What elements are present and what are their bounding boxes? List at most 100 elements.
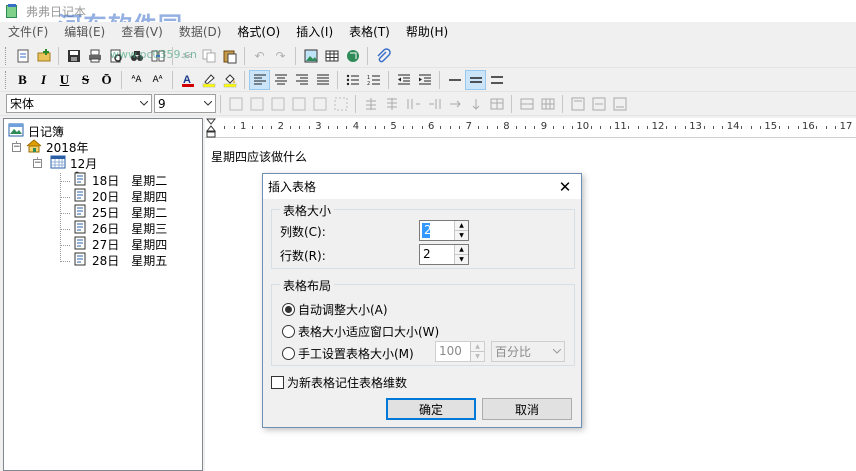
merge-cells-icon[interactable] [516, 94, 537, 114]
rows-input[interactable]: 2 [420, 245, 454, 264]
close-icon[interactable]: ✕ [549, 174, 581, 199]
delete-column-icon[interactable] [423, 94, 444, 114]
remember-dimensions-checkbox[interactable]: 为新表格记住表格维数 [271, 374, 407, 391]
undo-icon[interactable]: ↶ [249, 46, 270, 66]
radio-manual-indicator[interactable] [282, 347, 295, 360]
bold-button[interactable]: B [12, 70, 33, 90]
split-cells-icon[interactable] [537, 94, 558, 114]
menu-help[interactable]: 帮助(H) [398, 22, 456, 43]
font-grow-icon[interactable]: Aᴬ [147, 70, 168, 90]
editor-text[interactable]: 星期四应该做什么 [211, 148, 307, 165]
overline-button[interactable]: Ō [96, 70, 117, 90]
border-right-icon[interactable] [288, 94, 309, 114]
cancel-button[interactable]: 取消 [482, 398, 572, 420]
menu-insert[interactable]: 插入(I) [288, 22, 341, 43]
indent-icon[interactable] [414, 70, 435, 90]
radio-manual-size[interactable]: 手工设置表格大小(M) [282, 345, 414, 362]
outdent-icon[interactable] [393, 70, 414, 90]
align-center-icon[interactable] [270, 70, 291, 90]
print-preview-icon[interactable] [105, 46, 126, 66]
double-line-icon[interactable] [486, 70, 507, 90]
columns-spin-buttons[interactable]: ▲ ▼ [454, 221, 468, 240]
align-right-icon[interactable] [291, 70, 312, 90]
radio-auto-size[interactable]: 自动调整大小(A) [282, 301, 388, 318]
move-column-icon[interactable] [444, 94, 465, 114]
paste-icon[interactable] [219, 46, 240, 66]
menu-view[interactable]: 查看(V) [113, 22, 171, 43]
radio-window-indicator[interactable] [282, 325, 295, 338]
radio-auto-indicator[interactable] [282, 303, 295, 316]
radio-fit-window[interactable]: 表格大小适应窗口大小(W) [282, 323, 439, 340]
insert-column-icon[interactable] [402, 94, 423, 114]
strikethrough-button[interactable]: S [75, 70, 96, 90]
table-properties-icon[interactable] [486, 94, 507, 114]
rows-spin-buttons[interactable]: ▲ ▼ [454, 245, 468, 264]
manual-unit-select[interactable]: 百分比 [491, 341, 565, 362]
insert-table-icon[interactable] [321, 46, 342, 66]
cut-icon[interactable]: ✂ [177, 46, 198, 66]
highlight-icon[interactable] [198, 70, 219, 90]
menu-table[interactable]: 表格(T) [341, 22, 398, 43]
single-line-icon[interactable] [444, 70, 465, 90]
replace-icon[interactable] [147, 46, 168, 66]
insert-picture-icon[interactable] [300, 46, 321, 66]
columns-input[interactable]: 2 [422, 223, 432, 238]
border-none-icon[interactable] [330, 94, 351, 114]
border-bottom-icon[interactable] [309, 94, 330, 114]
border-left-icon[interactable] [246, 94, 267, 114]
line-spacing-icon[interactable] [465, 69, 486, 90]
ok-button[interactable]: 确定 [386, 398, 476, 420]
bullet-list-icon[interactable] [342, 70, 363, 90]
fill-color-icon[interactable] [219, 70, 240, 90]
redo-icon[interactable]: ↷ [270, 46, 291, 66]
rows-stepper[interactable]: 2 ▲ ▼ [419, 244, 469, 265]
font-color-icon[interactable]: A [177, 70, 198, 90]
border-top-icon[interactable] [267, 94, 288, 114]
insert-link-icon[interactable] [342, 46, 363, 66]
font-family-select[interactable]: 宋体 [6, 94, 152, 113]
columns-stepper[interactable]: 2 ▲ ▼ [419, 220, 469, 241]
menu-edit[interactable]: 编辑(E) [56, 22, 113, 43]
attachment-icon[interactable] [372, 46, 393, 66]
chevron-down-icon[interactable] [550, 343, 564, 360]
manual-size-stepper[interactable]: 100 ▲ ▼ [435, 341, 485, 362]
italic-button[interactable]: I [33, 70, 54, 90]
dialog-titlebar[interactable]: 插入表格 ✕ [263, 174, 581, 199]
align-left-icon[interactable] [249, 69, 270, 90]
numbered-list-icon[interactable]: 12 [363, 70, 384, 90]
spin-down-icon[interactable]: ▼ [455, 231, 468, 240]
print-icon[interactable] [84, 46, 105, 66]
move-row-icon[interactable] [465, 94, 486, 114]
menu-format[interactable]: 格式(O) [229, 22, 288, 43]
collapse-icon[interactable]: − [12, 143, 21, 152]
menu-file[interactable]: 文件(F) [0, 22, 56, 43]
new-entry-icon[interactable] [12, 46, 33, 66]
manual-spin-buttons[interactable]: ▲ ▼ [470, 342, 484, 361]
spin-down-icon[interactable]: ▼ [455, 255, 468, 264]
collapse-icon[interactable]: − [33, 159, 42, 168]
chevron-down-icon[interactable] [201, 95, 215, 112]
new-folder-icon[interactable] [33, 46, 54, 66]
insert-row-below-icon[interactable] [381, 94, 402, 114]
save-icon[interactable] [63, 46, 84, 66]
valign-bottom-icon[interactable] [609, 94, 630, 114]
indent-marker-icon[interactable] [205, 118, 217, 141]
spin-up-icon[interactable]: ▲ [455, 221, 468, 231]
font-size-select[interactable]: 9 [154, 94, 216, 113]
toolbar-grip[interactable] [5, 46, 8, 65]
manual-size-input[interactable]: 100 [436, 342, 470, 361]
spin-down-icon[interactable]: ▼ [471, 352, 484, 361]
find-icon[interactable] [126, 46, 147, 66]
insert-row-above-icon[interactable] [360, 94, 381, 114]
valign-top-icon[interactable] [567, 94, 588, 114]
border-all-icon[interactable] [225, 94, 246, 114]
remember-checkbox-box[interactable] [271, 376, 284, 389]
ruler[interactable]: 1 2 3 4 5 6 7 8 9 10 11 12 13 14 15 16 17 [205, 118, 856, 138]
menu-data[interactable]: 数据(D) [171, 22, 230, 43]
underline-button[interactable]: U [54, 70, 75, 90]
spin-up-icon[interactable]: ▲ [471, 342, 484, 352]
tree-month[interactable]: 12月 [50, 155, 97, 171]
justify-icon[interactable] [312, 70, 333, 90]
toolbar-grip[interactable] [5, 70, 8, 89]
chevron-down-icon[interactable] [137, 95, 151, 112]
